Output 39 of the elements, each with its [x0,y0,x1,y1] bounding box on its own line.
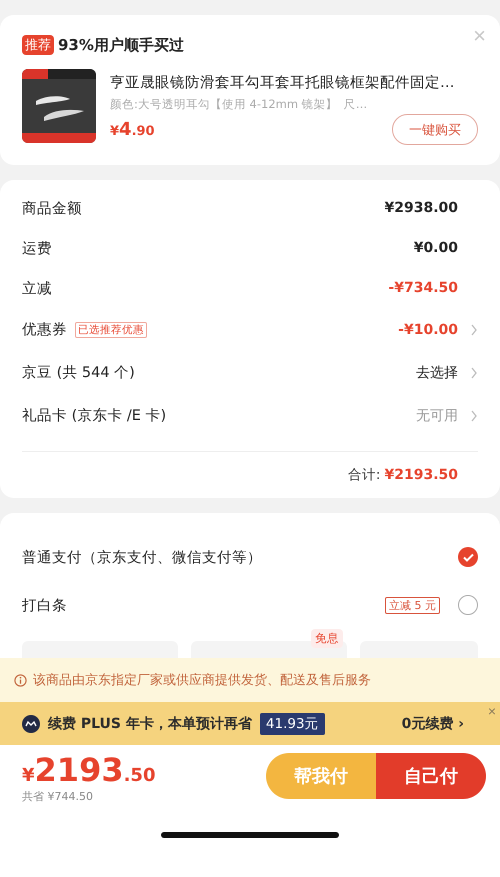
summary-value[interactable]: -¥10.00 [398,322,458,338]
total-price: ¥2193.50 [22,751,156,789]
summary-value: ¥0.00 [414,240,458,256]
radio-button[interactable] [458,547,478,567]
crown-icon [22,714,40,732]
notice-text: 该商品由京东指定厂家或供应商提供发货、配送及售后服务 [33,672,371,689]
pay-button[interactable]: 自己付 [376,753,486,799]
total-label: 合计: [348,466,380,484]
payment-option[interactable]: 普通支付（京东支付、微信支付等） [22,548,262,566]
summary-label: 商品金额 [22,200,82,218]
total-value: ¥2193.50 [384,467,458,483]
check-icon [462,552,474,562]
close-button[interactable]: × [488,704,496,718]
summary-label: 礼品卡 (京东卡 /E 卡) [22,406,166,425]
plus-text: 续费 PLUS 年卡，本单预计再省 [48,714,252,732]
product-price: ¥4.90 [110,119,155,140]
summary-label: 京豆 (共 544 个) [22,364,135,382]
radio-button[interactable] [458,595,478,615]
saving-amount: 41.93元 [260,712,325,734]
coupon-tag: 已选推荐优惠 [75,322,147,338]
payment-option[interactable]: 打白条 [22,596,67,614]
product-name: 亨亚晟眼镜防滑套耳勾耳套耳托眼镜框架配件固定… [110,74,456,92]
recommend-tag: 推荐 [22,35,54,55]
saved-amount: 共省 ¥744.50 [22,789,94,804]
interest-free-badge: 免息 [311,629,343,648]
renew-link[interactable]: 0元续费 › [402,714,464,732]
recommend-title: 93%用户顺手买过 [58,36,184,54]
product-spec-more: 尺… [344,97,368,112]
summary-value: -¥734.50 [388,280,458,296]
summary-value[interactable]: 去选择 [416,364,458,382]
summary-value[interactable]: 无可用 [416,406,458,424]
product-spec: 颜色:大号透明耳勾【使用 4-12mm 镜架】 [110,97,338,112]
info-icon [14,674,27,686]
summary-value: ¥2938.00 [384,200,458,216]
discount-tag: 立减 5 元 [385,596,440,614]
summary-label: 运费 [22,240,52,258]
buy-button[interactable]: 一键购买 [392,114,478,145]
summary-label: 优惠券 [22,321,67,339]
summary-label: 立减 [22,280,52,298]
